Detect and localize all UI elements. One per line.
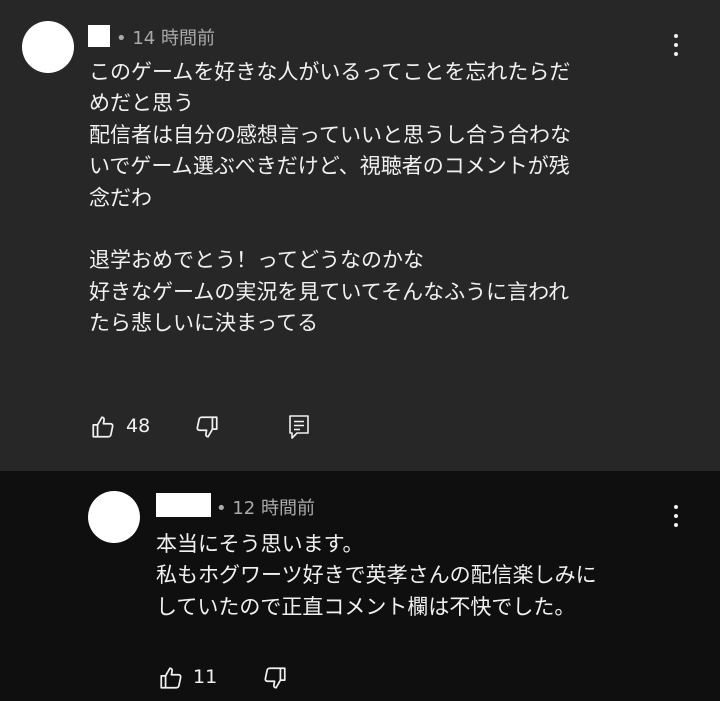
comment-text: このゲームを好きな人がいるってことを忘れたらだ めだと思う 配信者は自分の感想言… bbox=[89, 60, 571, 336]
reply-thread: • 12 時間前 本当にそう思います。 私もホグワーツ好きで英孝さんの配信楽しみ… bbox=[0, 471, 720, 701]
thumbs-down-icon[interactable] bbox=[262, 665, 288, 691]
like-count: 48 bbox=[126, 415, 151, 437]
author-name-redacted[interactable] bbox=[156, 493, 211, 517]
thumbs-up-icon[interactable] bbox=[90, 414, 116, 440]
thumbs-down-icon[interactable] bbox=[194, 414, 220, 440]
like-count: 11 bbox=[193, 666, 218, 688]
avatar[interactable] bbox=[88, 491, 140, 543]
thumbs-up-icon[interactable] bbox=[158, 665, 184, 691]
comment-timestamp: • 12 時間前 bbox=[216, 498, 315, 519]
more-vert-icon[interactable] bbox=[666, 32, 686, 58]
comment-thread: • 14 時間前 このゲームを好きな人がいるってことを忘れたらだ めだと思う 配… bbox=[0, 0, 720, 471]
more-vert-icon[interactable] bbox=[666, 503, 686, 529]
author-name-redacted[interactable] bbox=[88, 25, 110, 47]
comment-text: 本当にそう思います。 私もホグワーツ好きで英孝さんの配信楽しみに していたので正… bbox=[156, 532, 597, 619]
comment-timestamp: • 14 時間前 bbox=[116, 28, 215, 49]
reply-comment-icon[interactable] bbox=[287, 414, 311, 440]
avatar[interactable] bbox=[22, 21, 74, 73]
